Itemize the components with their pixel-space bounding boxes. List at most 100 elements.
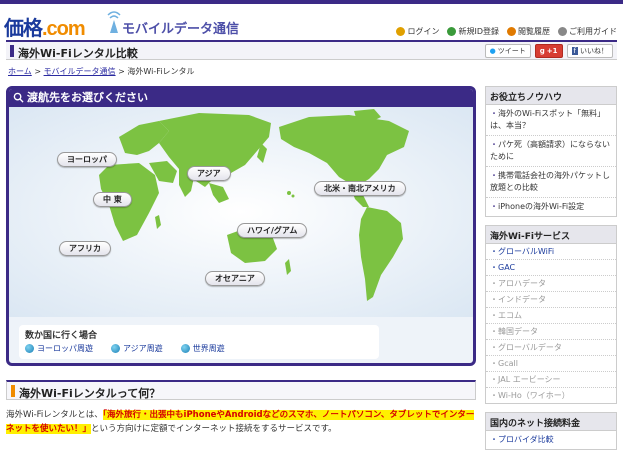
net-cost-item-label: プロバイダ比較 xyxy=(498,435,554,444)
login-label: ログイン xyxy=(407,27,440,36)
history-label: 閲覧履歴 xyxy=(518,27,550,36)
globe-icon xyxy=(25,344,34,353)
register-label: 新規ID登録 xyxy=(458,27,499,36)
knowhow-title: お役立ちノウハウ xyxy=(486,87,616,105)
about-title: 海外Wi-Fiレンタルって何？ xyxy=(19,387,161,400)
register-link[interactable]: 新規ID登録 xyxy=(447,26,499,37)
globe-icon xyxy=(111,344,120,353)
knowhow-item-label: iPhoneの海外Wi-Fi設定 xyxy=(498,202,585,211)
about-text-suffix: という方向けに定額でインターネット接続をするサービスです。 xyxy=(91,424,337,434)
utility-nav: ログイン 新規ID登録 閲覧履歴 ご利用ガイド xyxy=(396,26,617,37)
service-item-label: アロハデータ xyxy=(498,279,546,288)
services-box: 海外Wi-Fiサービス ・グローバルWiFi ・GAC ・アロハデータ ・インド… xyxy=(485,225,617,404)
like-label: いいね！ xyxy=(580,47,608,55)
site-sublogo[interactable]: モバイルデータ通信 xyxy=(122,18,239,37)
search-icon xyxy=(13,92,24,103)
section-accent xyxy=(11,385,15,397)
asia-tour-label: アジア周遊 xyxy=(123,344,163,353)
page-title: 海外Wi-Fiレンタル比較 xyxy=(18,47,138,60)
antenna-icon xyxy=(107,11,121,33)
service-item[interactable]: ・Gcall xyxy=(486,356,616,372)
breadcrumb-current: 海外Wi-Fiレンタル xyxy=(127,67,195,76)
service-item[interactable]: ・エコム xyxy=(486,308,616,324)
region-africa-button[interactable]: アフリカ xyxy=(59,241,111,256)
multi-country-links: ヨーロッパ周遊 アジア周遊 世界周遊 xyxy=(25,343,225,354)
net-cost-box: 国内のネット接続料金 ・プロバイダ比較 xyxy=(485,412,617,450)
globe-icon xyxy=(180,344,190,353)
knowhow-item[interactable]: ・携帯電話会社の海外パケットし放題との比較 xyxy=(486,167,616,198)
main-content: 渡航先をお選びください ヨーロッパ 中 東 アジア 北米・南北アメリカ ハワイ/… xyxy=(6,86,476,436)
service-item-label: グローバルWiFi xyxy=(498,247,555,256)
service-item[interactable]: ・韓国データ xyxy=(486,324,616,340)
region-middle-east-button[interactable]: 中 東 xyxy=(93,192,132,207)
logo-dot: .com xyxy=(42,18,86,40)
sidebar: お役立ちノウハウ ・海外のWi-Fiスポット「無料」は、本当？ ・パケ死（高額請… xyxy=(485,86,617,458)
login-link[interactable]: ログイン xyxy=(396,26,439,37)
like-button[interactable]: f いいね！ xyxy=(566,44,613,58)
breadcrumb-separator: > xyxy=(118,67,125,76)
service-item[interactable]: ・グローバルデータ xyxy=(486,340,616,356)
region-europe-button[interactable]: ヨーロッパ xyxy=(57,152,117,167)
service-item[interactable]: ・JAL エービーシー xyxy=(486,372,616,388)
about-section-title: 海外Wi-Fiレンタルって何？ xyxy=(6,380,476,400)
breadcrumb-separator: > xyxy=(34,67,42,76)
asia-tour-link[interactable]: アジア周遊 xyxy=(111,343,163,354)
service-item[interactable]: ・グローバルWiFi xyxy=(486,244,616,260)
service-item-label: JAL エービーシー xyxy=(498,375,561,384)
facebook-icon: f xyxy=(571,47,578,55)
service-item[interactable]: ・GAC xyxy=(486,260,616,276)
knowhow-item[interactable]: ・海外のWi-Fiスポット「無料」は、本当？ xyxy=(486,105,616,136)
map-heading: 渡航先をお選びください xyxy=(9,89,473,107)
region-asia-button[interactable]: アジア xyxy=(187,166,231,181)
region-americas-button[interactable]: 北米・南北アメリカ xyxy=(314,181,406,196)
about-text-prefix: 海外Wi-Fiレンタルとは、 xyxy=(6,410,103,420)
social-buttons: ● ツイート g +1 f いいね！ xyxy=(484,44,613,58)
multi-country-box: 数か国に行く場合 ヨーロッパ周遊 アジア周遊 世界周遊 xyxy=(19,325,379,359)
about-description: 海外Wi-Fiレンタルとは、「海外旅行・出張中もiPhoneやAndroidなど… xyxy=(6,408,476,436)
site-logo[interactable]: 価格.com xyxy=(4,12,86,41)
net-cost-title: 国内のネット接続料金 xyxy=(486,413,616,431)
service-item-label: Wi-Ho（ワイホー） xyxy=(498,391,570,400)
knowhow-item-label: 海外のWi-Fiスポット「無料」は、本当？ xyxy=(490,109,606,130)
world-tour-link[interactable]: 世界周遊 xyxy=(180,343,225,354)
world-tour-label: 世界周遊 xyxy=(192,344,225,353)
gplus-button[interactable]: g +1 xyxy=(534,44,563,58)
service-item[interactable]: ・インドデータ xyxy=(486,292,616,308)
service-item-label: 韓国データ xyxy=(498,327,538,336)
service-item[interactable]: ・アロハデータ xyxy=(486,276,616,292)
gplus-label: +1 xyxy=(546,47,558,55)
tweet-label: ツイート xyxy=(497,47,526,55)
knowhow-item-label: パケ死（高額請求）にならないために xyxy=(490,140,610,161)
service-item-label: インドデータ xyxy=(498,295,546,304)
multi-country-label: 数か国に行く場合 xyxy=(25,331,98,341)
history-icon xyxy=(507,27,516,36)
knowhow-item[interactable]: ・iPhoneの海外Wi-Fi設定 xyxy=(486,198,616,216)
map-heading-text: 渡航先をお選びください xyxy=(27,91,148,104)
help-icon xyxy=(558,27,567,36)
guide-label: ご利用ガイド xyxy=(569,27,617,36)
guide-link[interactable]: ご利用ガイド xyxy=(558,26,617,37)
history-link[interactable]: 閲覧履歴 xyxy=(507,26,550,37)
title-accent xyxy=(10,45,14,57)
breadcrumb-mobile[interactable]: モバイルデータ通信 xyxy=(44,67,116,76)
region-oceania-button[interactable]: オセアニア xyxy=(205,271,265,286)
service-item[interactable]: ・Wi-Ho（ワイホー） xyxy=(486,388,616,403)
region-hawaii-guam-button[interactable]: ハワイ/グアム xyxy=(237,223,308,238)
twitter-icon: ● xyxy=(489,47,496,55)
service-item-label: エコム xyxy=(498,311,522,320)
europe-tour-link[interactable]: ヨーロッパ周遊 xyxy=(25,343,93,354)
gplus-icon: g xyxy=(539,47,545,55)
knowhow-item[interactable]: ・パケ死（高額請求）にならないために xyxy=(486,136,616,167)
net-cost-item[interactable]: ・プロバイダ比較 xyxy=(486,431,616,449)
services-title: 海外Wi-Fiサービス xyxy=(486,226,616,244)
knowhow-box: お役立ちノウハウ ・海外のWi-Fiスポット「無料」は、本当？ ・パケ死（高額請… xyxy=(485,86,617,217)
key-icon xyxy=(396,27,406,36)
service-item-label: Gcall xyxy=(498,359,518,368)
knowhow-item-label: 携帯電話会社の海外パケットし放題との比較 xyxy=(490,171,610,192)
tweet-button[interactable]: ● ツイート xyxy=(484,44,531,58)
europe-tour-label: ヨーロッパ周遊 xyxy=(37,344,93,353)
user-add-icon xyxy=(447,27,457,36)
breadcrumb-home[interactable]: ホーム xyxy=(8,67,32,76)
page-title-bar: 海外Wi-Fiレンタル比較 ● ツイート g +1 f いいね！ xyxy=(6,40,617,60)
service-item-label: グローバルデータ xyxy=(498,343,562,352)
